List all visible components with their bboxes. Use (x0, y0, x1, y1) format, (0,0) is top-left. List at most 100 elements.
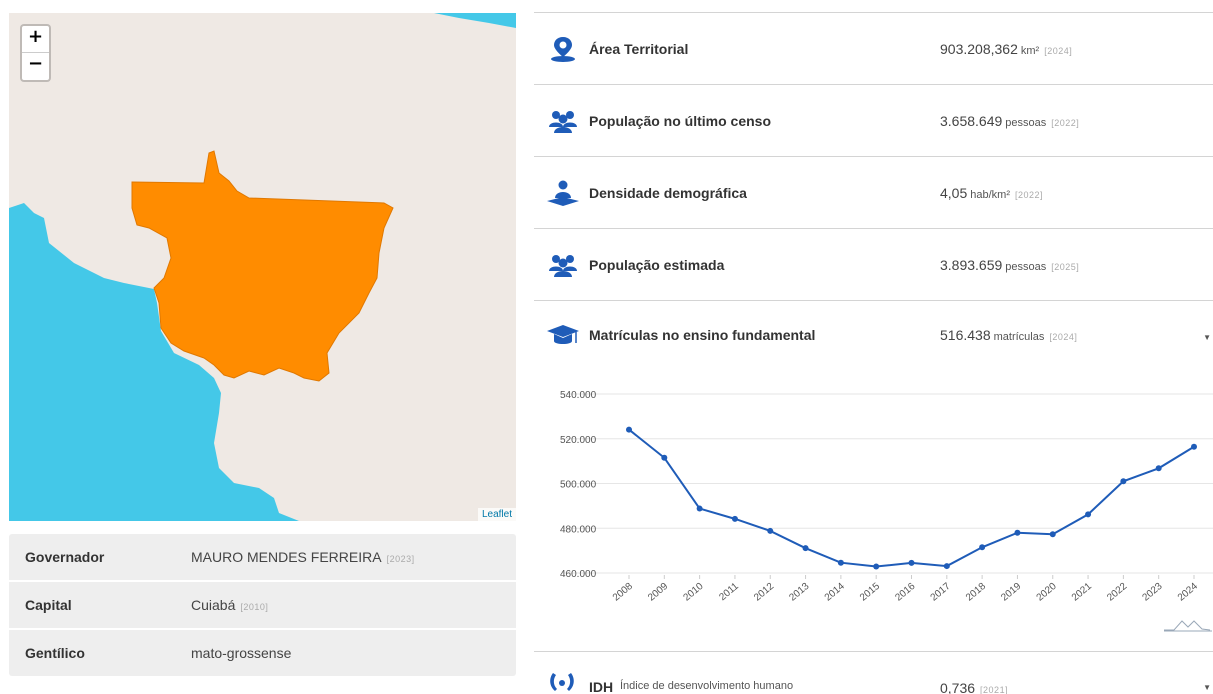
graduation-cap-icon (547, 325, 579, 344)
x-tick-label: 2023 (1141, 581, 1165, 604)
data-point[interactable] (1191, 443, 1197, 450)
info-year: [2010] (240, 602, 269, 612)
zoom-control: + − (20, 24, 51, 82)
y-tick-label: 540.000 (560, 390, 597, 401)
x-tick-label: 2011 (717, 581, 741, 604)
x-tick-label: 2020 (1035, 581, 1059, 604)
indicator-list: Área Territorial 903.208,362 km² [2024] Po… (534, 12, 1213, 368)
expand-arrow-icon[interactable]: ▼ (1203, 683, 1211, 692)
data-point[interactable] (767, 527, 774, 534)
indicator-value: 903.208,362 km² [2024] (940, 41, 1072, 57)
value-year: [2022] (1015, 189, 1044, 200)
value-number: 3.893.659 (940, 256, 1003, 273)
info-value: mato-grossense (191, 645, 291, 661)
data-point[interactable] (626, 426, 632, 433)
value-number: 516.438 (940, 327, 991, 343)
gentilico-value: mato-grossense (191, 645, 292, 661)
x-tick-label: 2024 (1176, 581, 1200, 604)
indicator-name: Densidade demográfica (589, 184, 747, 201)
indicator-name: Matrículas no ensino fundamental (589, 327, 816, 343)
value-year: [2024] (1049, 332, 1078, 342)
data-point[interactable] (731, 515, 738, 522)
indicator-name: População estimada (589, 256, 725, 273)
indicator-population-census[interactable]: População no último censo 3.658.649 pesso… (534, 84, 1213, 156)
data-point[interactable] (1049, 531, 1056, 538)
data-point[interactable] (1085, 511, 1092, 518)
collapse-arrow-icon[interactable]: ▼ (1203, 333, 1211, 342)
capital-name: Cuiabá (191, 597, 236, 613)
indicator-idh[interactable]: IDH Índice de desenvolvimento humano 0,7… (534, 665, 1213, 694)
data-point[interactable] (873, 563, 880, 570)
series-line (628, 428, 1195, 568)
indicator-population-estimate[interactable]: População estimada 3.893.659 pessoas [2025… (534, 228, 1213, 300)
x-tick-label: 2012 (752, 581, 776, 604)
data-point[interactable] (661, 454, 668, 461)
info-label: Capital (25, 597, 72, 613)
data-point[interactable] (979, 544, 986, 551)
x-tick-label: 2010 (681, 581, 705, 604)
data-point[interactable] (908, 559, 915, 566)
value-unit: pessoas (1005, 116, 1047, 129)
x-tick-label: 2021 (1070, 581, 1094, 604)
zoom-in-button[interactable]: + (22, 26, 49, 53)
y-tick-label: 520.000 (560, 435, 597, 446)
info-value: Cuiabá [2010] (191, 597, 268, 613)
state-map[interactable]: + − Leaflet (9, 13, 516, 521)
data-point[interactable] (943, 563, 950, 570)
map-attribution-link[interactable]: Leaflet (477, 508, 516, 521)
idh-value: 0,736 [2021] (940, 680, 1008, 694)
value-number: 0,736 (940, 680, 976, 694)
map-geography (9, 13, 516, 521)
x-tick-label: 2009 (646, 581, 670, 604)
indicator-value: 516.438 matrículas [2024] (940, 327, 1077, 343)
value-unit: hab/km² (970, 188, 1010, 201)
value-year: [2024] (1044, 45, 1073, 56)
indicator-name: Área Territorial (589, 40, 689, 57)
value-year: [2021] (980, 685, 1009, 694)
x-tick-label: 2022 (1105, 581, 1129, 604)
sparkline-toggle-icon[interactable] (1164, 620, 1212, 632)
data-point[interactable] (1155, 465, 1162, 472)
info-label: Governador (25, 549, 105, 565)
value-number: 903.208,362 (940, 40, 1018, 57)
x-tick-label: 2008 (611, 581, 635, 604)
laurel-icon (550, 673, 574, 691)
data-point[interactable] (1120, 478, 1127, 485)
indicator-area[interactable]: Área Territorial 903.208,362 km² [2024] (534, 12, 1213, 84)
indicator-enrollment[interactable]: Matrículas no ensino fundamental 516.438… (534, 300, 1213, 368)
water-corner (434, 13, 516, 28)
governor-name: MAURO MENDES FERREIRA (191, 549, 382, 565)
idh-name: IDH (589, 679, 614, 694)
data-point[interactable] (837, 559, 844, 566)
y-tick-label: 460.000 (560, 569, 597, 580)
value-year: [2022] (1051, 117, 1080, 128)
zoom-out-button[interactable]: − (22, 53, 49, 80)
info-value: MAURO MENDES FERREIRA [2023] (191, 549, 415, 565)
info-year: [2023] (386, 554, 415, 564)
indicator-value: 3.658.649 pessoas [2022] (940, 113, 1079, 129)
x-tick-label: 2014 (823, 581, 847, 604)
info-row-capital: Capital Cuiabá [2010] (9, 582, 516, 630)
y-tick-label: 500.000 (560, 480, 597, 491)
value-unit: km² (1020, 44, 1040, 57)
info-row-governador: Governador MAURO MENDES FERREIRA [2023] (9, 534, 516, 582)
x-tick-label: 2017 (929, 581, 953, 604)
line-chart: 460.000 480.000 500.000 520.000 540.000 2008… (560, 390, 1213, 632)
info-label: Gentílico (25, 645, 85, 661)
data-point[interactable] (696, 505, 703, 512)
section-divider (534, 651, 1213, 652)
value-number: 3.658.649 (940, 112, 1003, 129)
person-density-icon (547, 180, 579, 206)
value-unit: matrículas (993, 331, 1045, 343)
info-row-gentilico: Gentílico mato-grossense (9, 630, 516, 676)
data-point[interactable] (802, 545, 809, 552)
state-info-table: Governador MAURO MENDES FERREIRA [2023] C… (9, 534, 516, 676)
x-tick-label: 2013 (787, 581, 811, 604)
people-group-icon (549, 254, 577, 277)
x-tick-label: 2016 (893, 581, 917, 604)
indicator-name: População no último censo (589, 112, 772, 129)
value-year: [2025] (1051, 261, 1080, 272)
indicator-density[interactable]: Densidade demográfica 4,05 hab/km² [2022] (534, 156, 1213, 228)
mato-grosso-state (131, 150, 394, 382)
data-point[interactable] (1014, 529, 1021, 536)
